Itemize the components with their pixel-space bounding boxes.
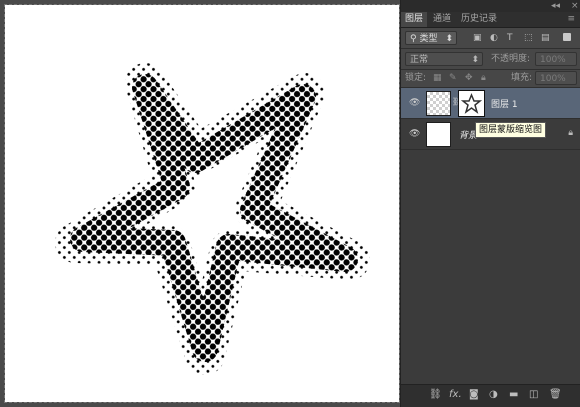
opacity-value: 100% bbox=[540, 55, 566, 65]
lock-position-icon[interactable]: ✥ bbox=[465, 71, 473, 85]
opacity-label: 不透明度: bbox=[491, 54, 531, 64]
new-layer-icon[interactable]: ◫ bbox=[529, 389, 538, 400]
layers-panel: ◂◂ × 图层 通道 历史记录 ≡ ⚲ 类型 ⬍ ▣ ◐ T ⬚ ▤ 正常 ⬍ 不透… bbox=[400, 0, 580, 407]
mask-icon[interactable]: ◙ bbox=[469, 389, 479, 400]
lock-icon: 🔒︎ bbox=[568, 128, 573, 138]
lock-label: 锁定: bbox=[405, 73, 427, 83]
opacity-input[interactable]: 100% bbox=[535, 52, 577, 66]
layer-row-layer1[interactable]: 👁︎ ⛓︎ 图层 1 bbox=[401, 88, 580, 119]
panel-title-bar: ◂◂ × bbox=[401, 0, 580, 12]
fill-value: 100% bbox=[540, 74, 566, 84]
lock-image-icon[interactable]: ✎ bbox=[449, 71, 457, 85]
visibility-eye-icon[interactable]: 👁︎ bbox=[409, 98, 420, 108]
smart-object-filter-icon[interactable]: ▤ bbox=[541, 31, 550, 45]
tab-history[interactable]: 历史记录 bbox=[457, 12, 501, 27]
filter-kind-select[interactable]: ⚲ 类型 ⬍ bbox=[405, 31, 457, 45]
blend-row: 正常 ⬍ 不透明度: 100% bbox=[401, 49, 580, 70]
chevron-down-icon: ⬍ bbox=[471, 55, 479, 65]
tab-layers[interactable]: 图层 bbox=[401, 12, 428, 27]
panel-menu-icon[interactable]: ≡ bbox=[567, 14, 575, 24]
star-mask-icon bbox=[460, 93, 483, 114]
collapse-icon[interactable]: ◂◂ bbox=[551, 1, 560, 11]
tooltip: 图层蒙版缩览图 bbox=[475, 122, 547, 138]
lock-transparent-icon[interactable]: ▦ bbox=[433, 71, 442, 85]
fill-label: 填充: bbox=[511, 73, 533, 83]
fill-input[interactable]: 100% bbox=[535, 71, 577, 85]
trash-icon[interactable]: 🗑︎ bbox=[549, 389, 562, 400]
type-filter-icon[interactable]: T bbox=[507, 31, 513, 45]
blend-mode-select[interactable]: 正常 ⬍ bbox=[405, 52, 483, 66]
tab-channels[interactable]: 通道 bbox=[429, 12, 455, 27]
visibility-eye-icon[interactable]: 👁︎ bbox=[409, 129, 420, 139]
halftone-star-image bbox=[55, 63, 370, 375]
lock-row: 锁定: ▦ ✎ ✥ 🔒︎ 填充: 100% bbox=[401, 70, 580, 88]
layer-thumbnail[interactable] bbox=[426, 91, 451, 116]
chevron-down-icon: ⬍ bbox=[445, 34, 453, 44]
filter-toggle-icon[interactable] bbox=[563, 33, 571, 41]
fx-icon[interactable]: fx. bbox=[449, 389, 462, 400]
adjustment-filter-icon[interactable]: ◐ bbox=[490, 31, 498, 45]
canvas[interactable] bbox=[4, 4, 400, 403]
layers-bottom-toolbar: ⛓︎ fx. ◙ ◑ ▬ ◫ 🗑︎ bbox=[401, 384, 580, 407]
filter-row: ⚲ 类型 ⬍ ▣ ◐ T ⬚ ▤ bbox=[401, 28, 580, 49]
layer-thumbnail[interactable] bbox=[426, 122, 451, 147]
shape-filter-icon[interactable]: ⬚ bbox=[524, 31, 533, 45]
panel-tabs: 图层 通道 历史记录 ≡ bbox=[401, 12, 580, 28]
layer-mask-thumbnail[interactable] bbox=[458, 90, 485, 117]
filter-kind-label: 类型 bbox=[419, 34, 438, 44]
close-icon[interactable]: × bbox=[571, 1, 579, 11]
link-layers-icon[interactable]: ⛓︎ bbox=[429, 389, 442, 400]
folder-icon[interactable]: ▬ bbox=[509, 389, 518, 400]
adjustment-icon[interactable]: ◑ bbox=[489, 389, 498, 400]
document-window bbox=[0, 0, 400, 407]
lock-all-icon[interactable]: 🔒︎ bbox=[481, 71, 486, 85]
image-filter-icon[interactable]: ▣ bbox=[473, 31, 482, 45]
blend-mode-value: 正常 bbox=[410, 55, 429, 65]
layer-name-label[interactable]: 图层 1 bbox=[491, 97, 518, 110]
